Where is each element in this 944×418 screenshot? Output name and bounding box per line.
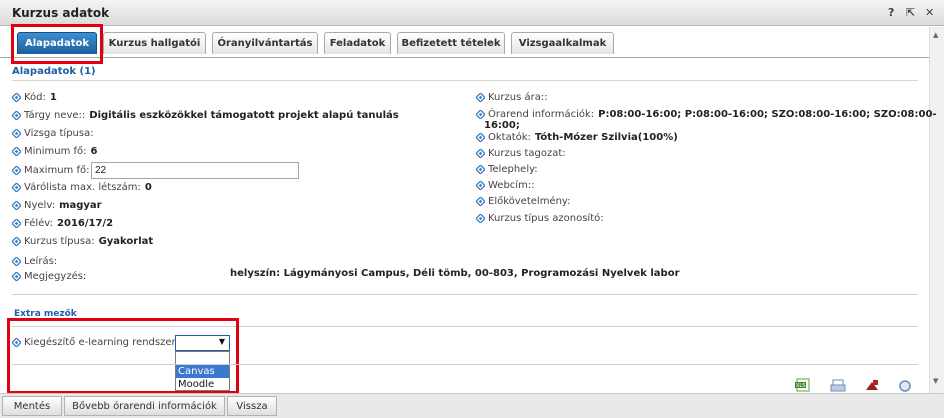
- tab-oranyilvantartas[interactable]: Óranyilvántartás: [212, 32, 318, 54]
- print-icon[interactable]: [830, 378, 846, 392]
- field-value: 16:00;: [484, 119, 520, 131]
- field-label: Kód:: [24, 91, 46, 103]
- diamond-bullet-icon: [12, 110, 21, 120]
- diamond-bullet-icon: [12, 271, 21, 281]
- section-divider: [12, 364, 918, 365]
- field-leiras: Leírás:: [12, 254, 61, 268]
- help-icon[interactable]: ?: [888, 6, 894, 19]
- diamond-bullet-icon: [12, 165, 21, 175]
- field-label: Előkövetelmény:: [488, 195, 571, 207]
- field-label: Félév:: [24, 217, 54, 229]
- field-kod: Kód: 1: [12, 90, 57, 104]
- section-divider: [12, 80, 918, 81]
- field-label: Webcím::: [488, 179, 535, 191]
- field-maximum-fo: Maximum fő:: [12, 163, 89, 177]
- field-megjegyzes: Megjegyzés:: [12, 269, 90, 283]
- field-minimum-fo: Minimum fő: 6: [12, 144, 98, 158]
- back-button[interactable]: Vissza: [227, 396, 277, 416]
- schedule-info-button[interactable]: Bővebb órarendi információk: [64, 396, 225, 416]
- window-titlebar: Kurzus adatok ? ⇱ ✕: [0, 0, 944, 26]
- diamond-bullet-icon: [476, 132, 485, 142]
- highlight-box-extra: [7, 318, 239, 394]
- field-label: Maximum fő:: [24, 164, 90, 176]
- export-icon[interactable]: [864, 378, 880, 392]
- popout-icon[interactable]: ⇱: [906, 6, 915, 19]
- field-label: Megjegyzés:: [24, 270, 87, 282]
- scroll-up-icon[interactable]: ▲: [933, 31, 938, 39]
- field-label: Oktatók:: [488, 131, 531, 143]
- diamond-bullet-icon: [12, 200, 21, 210]
- diamond-bullet-icon: [12, 182, 21, 192]
- field-kurzus-ara: Kurzus ára::: [476, 90, 552, 104]
- field-orarend: Órarend információk: P:08:00-16:00; P:08…: [476, 107, 937, 121]
- highlight-box-tab: [11, 24, 103, 64]
- field-label: Minimum fő:: [24, 145, 87, 157]
- field-value: Digitális eszközökkel támogatott projekt…: [89, 109, 399, 121]
- tab-feladatok[interactable]: Feladatok: [324, 32, 391, 54]
- diamond-bullet-icon: [12, 92, 21, 102]
- field-label: Kurzus tagozat:: [488, 147, 566, 159]
- diamond-bullet-icon: [476, 180, 485, 190]
- field-value: P:08:00-16:00; P:08:00-16:00; SZO:08:00-…: [598, 108, 937, 120]
- diamond-bullet-icon: [12, 218, 21, 228]
- field-kurzus-tagozat: Kurzus tagozat:: [476, 146, 570, 160]
- tab-kurzus-hallgatoi[interactable]: Kurzus hallgatói: [103, 32, 206, 54]
- diamond-bullet-icon: [476, 92, 485, 102]
- section-divider: [12, 294, 918, 295]
- field-value: 2016/17/2: [57, 217, 114, 229]
- field-targy-neve: Tárgy neve:: Digitális eszközökkel támog…: [12, 108, 399, 122]
- field-felev: Félév: 2016/17/2: [12, 216, 113, 230]
- field-telephely: Telephely:: [476, 162, 542, 176]
- diamond-bullet-icon: [12, 256, 21, 266]
- field-elokovetelmeny: Előkövetelmény:: [476, 194, 574, 208]
- field-value: Tóth-Mózer Szilvia(100%): [534, 131, 678, 143]
- maximum-fo-input[interactable]: [91, 162, 299, 179]
- field-label: Kurzus típusa:: [24, 235, 95, 247]
- field-label: Nyelv:: [24, 199, 56, 211]
- field-varolista: Várólista max. létszám: 0: [12, 180, 152, 194]
- field-label: Leírás:: [24, 255, 58, 267]
- diamond-bullet-icon: [476, 164, 485, 174]
- megjegyzes-value: helyszín: Lágymányosi Campus, Déli tömb,…: [230, 268, 680, 279]
- field-value: magyar: [59, 199, 102, 211]
- diamond-bullet-icon: [476, 148, 485, 158]
- field-label: Vizsga típusa:: [24, 127, 94, 139]
- section-title: Alapadatok (1): [12, 66, 96, 77]
- svg-text:XLS: XLS: [796, 383, 805, 389]
- tab-vizsgaalkalmak[interactable]: Vizsgaalkalmak: [511, 32, 614, 54]
- diamond-bullet-icon: [12, 146, 21, 156]
- diamond-bullet-icon: [12, 236, 21, 246]
- diamond-bullet-icon: [476, 196, 485, 206]
- field-value: Gyakorlat: [98, 235, 154, 247]
- diamond-bullet-icon: [12, 128, 21, 138]
- tab-bar: Alapadatok Kurzus hallgatói Óranyilvánta…: [0, 27, 944, 58]
- field-oktatok: Oktatók: Tóth-Mózer Szilvia(100%): [476, 130, 678, 144]
- save-button[interactable]: Mentés: [2, 396, 62, 416]
- field-value: 1: [49, 91, 57, 103]
- tab-befizetett-tetelek[interactable]: Befizetett tételek: [397, 32, 505, 54]
- window-title: Kurzus adatok: [12, 6, 110, 20]
- vertical-scrollbar[interactable]: ▲ ▼: [929, 27, 944, 393]
- field-webcim: Webcím::: [476, 178, 539, 192]
- bottom-button-bar: Mentés Bővebb órarendi információk Vissz…: [0, 393, 944, 418]
- field-label: Várólista max. létszám:: [24, 181, 141, 193]
- close-icon[interactable]: ✕: [925, 6, 934, 19]
- field-value: 0: [144, 181, 152, 193]
- field-label: Kurzus ára::: [488, 91, 548, 103]
- field-vizsga-tipusa: Vizsga típusa:: [12, 126, 98, 140]
- field-value: 6: [90, 145, 98, 157]
- scroll-down-icon[interactable]: ▼: [933, 377, 938, 385]
- field-kurzus-tipus-azonosito: Kurzus típus azonosító:: [476, 211, 608, 225]
- search-icon[interactable]: [897, 378, 913, 392]
- field-kurzus-tipusa: Kurzus típusa: Gyakorlat: [12, 234, 153, 248]
- field-label: Kurzus típus azonosító:: [488, 212, 604, 224]
- diamond-bullet-icon: [476, 213, 485, 223]
- field-label: Tárgy neve::: [24, 109, 86, 121]
- field-nyelv: Nyelv: magyar: [12, 198, 102, 212]
- field-label: Telephely:: [488, 163, 538, 175]
- xls-icon[interactable]: XLS: [795, 378, 811, 392]
